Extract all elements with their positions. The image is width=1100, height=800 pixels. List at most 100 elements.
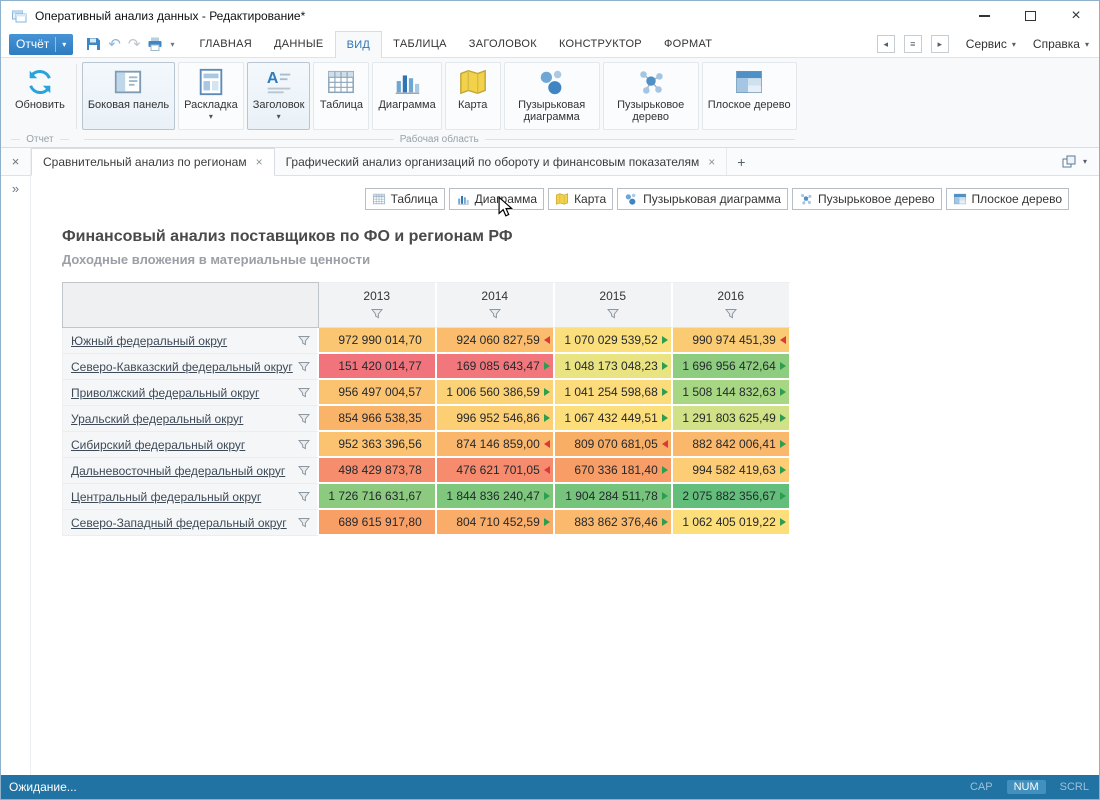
ribbon-button-table[interactable]: Таблица [313,62,369,130]
undo-icon[interactable]: ↶ [108,35,121,53]
row-header-cell[interactable]: Уральский федеральный округ [62,406,319,432]
data-cell[interactable]: 883 862 376,46 [555,510,673,536]
ribbon-button-header[interactable]: AЗаголовок▾ [247,62,311,130]
ribbon-button-refresh[interactable]: Обновить [9,62,71,130]
column-header-2015[interactable]: 2015 [555,282,673,328]
filter-icon[interactable] [725,308,737,319]
maximize-button[interactable] [1007,1,1053,31]
row-label[interactable]: Северо-Западный федеральный округ [71,516,287,530]
data-cell[interactable]: 924 060 827,59 [437,328,555,354]
save-icon[interactable] [85,36,101,52]
filter-icon[interactable] [298,465,310,476]
data-cell[interactable]: 804 710 452,59 [437,510,555,536]
ribbon-button-flat-tree[interactable]: Плоское дерево [702,62,797,130]
data-cell[interactable]: 996 952 546,86 [437,406,555,432]
row-header-cell[interactable]: Сибирский федеральный округ [62,432,319,458]
view-button-chart[interactable]: Диаграмма [449,188,544,210]
row-label[interactable]: Сибирский федеральный округ [71,438,245,452]
view-button-flat-tree[interactable]: Плоское дерево [946,188,1069,210]
data-cell[interactable]: 670 336 181,40 [555,458,673,484]
filter-icon[interactable] [371,308,383,319]
ribbon-button-bubble-tree[interactable]: Пузырьковое дерево [603,62,699,130]
print-icon[interactable] [147,36,163,52]
data-cell[interactable]: 1 726 716 631,67 [319,484,437,510]
row-header-cell[interactable]: Приволжский федеральный округ [62,380,319,406]
row-label[interactable]: Приволжский федеральный округ [71,386,259,400]
windows-icon[interactable] [1062,155,1076,169]
row-label[interactable]: Центральный федеральный округ [71,490,261,504]
data-cell[interactable]: 1 508 144 832,63 [673,380,791,406]
data-cell[interactable]: 972 990 014,70 [319,328,437,354]
view-button-table[interactable]: Таблица [365,188,445,210]
data-cell[interactable]: 809 070 681,05 [555,432,673,458]
row-header-cell[interactable]: Центральный федеральный округ [62,484,319,510]
view-button-bubble-chart[interactable]: Пузырьковая диаграмма [617,188,788,210]
view-button-bubble-tree[interactable]: Пузырьковое дерево [792,188,942,210]
data-cell[interactable]: 1 904 284 511,78 [555,484,673,510]
data-cell[interactable]: 1 048 173 048,23 [555,354,673,380]
data-cell[interactable]: 169 085 643,47 [437,354,555,380]
nav-left-button[interactable]: ◂ [877,35,895,53]
data-cell[interactable]: 994 582 419,63 [673,458,791,484]
data-cell[interactable]: 2 075 882 356,67 [673,484,791,510]
close-button[interactable]: × [1053,1,1099,31]
ribbon-tab-6[interactable]: ФОРМАТ [653,31,723,57]
ribbon-button-side-panel[interactable]: Боковая панель [82,62,175,130]
ribbon-tab-3[interactable]: ТАБЛИЦА [382,31,458,57]
view-button-map[interactable]: Карта [548,188,613,210]
ribbon-tab-1[interactable]: ДАННЫЕ [263,31,335,57]
data-cell[interactable]: 151 420 014,77 [319,354,437,380]
row-label[interactable]: Уральский федеральный округ [71,412,243,426]
data-cell[interactable]: 1 006 560 386,59 [437,380,555,406]
row-label[interactable]: Северо-Кавказский федеральный округ [71,360,293,374]
help-menu[interactable]: Справка ▾ [1033,37,1089,51]
data-cell[interactable]: 498 429 873,78 [319,458,437,484]
column-header-2016[interactable]: 2016 [673,282,791,328]
data-cell[interactable]: 1 070 029 539,52 [555,328,673,354]
doc-tab-0[interactable]: Сравнительный анализ по регионам× [31,148,275,176]
row-header-cell[interactable]: Северо-Западный федеральный округ [62,510,319,536]
add-tab-button[interactable]: + [727,148,755,175]
filter-icon[interactable] [607,308,619,319]
data-cell[interactable]: 1 067 432 449,51 [555,406,673,432]
ribbon-button-map[interactable]: Карта [445,62,501,130]
row-header-cell[interactable]: Южный федеральный округ [62,328,319,354]
filter-icon[interactable] [489,308,501,319]
close-tab-icon[interactable]: × [256,155,263,169]
data-cell[interactable]: 854 966 538,35 [319,406,437,432]
ribbon-tab-5[interactable]: КОНСТРУКТОР [548,31,653,57]
data-cell[interactable]: 1 062 405 019,22 [673,510,791,536]
nav-right-button[interactable]: ▸ [931,35,949,53]
row-header-cell[interactable]: Северо-Кавказский федеральный округ [62,354,319,380]
close-panel-icon[interactable]: × [1,148,31,175]
minimize-button[interactable] [961,1,1007,31]
filter-icon[interactable] [298,361,310,372]
filter-icon[interactable] [298,491,310,502]
redo-icon[interactable]: ↷ [128,35,141,53]
data-cell[interactable]: 476 621 701,05 [437,458,555,484]
service-menu[interactable]: Сервис ▾ [966,37,1016,51]
row-label[interactable]: Южный федеральный округ [71,334,227,348]
data-cell[interactable]: 952 363 396,56 [319,432,437,458]
doc-tab-1[interactable]: Графический анализ организаций по оборот… [275,148,728,175]
data-cell[interactable]: 689 615 917,80 [319,510,437,536]
data-cell[interactable]: 1 696 956 472,64 [673,354,791,380]
data-cell[interactable]: 956 497 004,57 [319,380,437,406]
ribbon-button-chart[interactable]: Диаграмма [372,62,441,130]
ribbon-tab-2[interactable]: ВИД [335,31,383,58]
data-cell[interactable]: 1 291 803 625,49 [673,406,791,432]
data-cell[interactable]: 882 842 006,41 [673,432,791,458]
row-label[interactable]: Дальневосточный федеральный округ [71,464,285,478]
ribbon-button-layout[interactable]: Раскладка▾ [178,62,244,130]
report-menu-button[interactable]: Отчёт ▾ [9,34,73,55]
ribbon-tab-4[interactable]: ЗАГОЛОВОК [458,31,548,57]
data-cell[interactable]: 990 974 451,39 [673,328,791,354]
ribbon-tab-0[interactable]: ГЛАВНАЯ [188,31,263,57]
data-cell[interactable]: 1 041 254 598,68 [555,380,673,406]
table-corner-cell[interactable] [62,282,319,328]
filter-icon[interactable] [298,387,310,398]
collapsed-sidebar[interactable]: » [1,176,31,775]
column-header-2014[interactable]: 2014 [437,282,555,328]
column-header-2013[interactable]: 2013 [319,282,437,328]
filter-icon[interactable] [298,439,310,450]
